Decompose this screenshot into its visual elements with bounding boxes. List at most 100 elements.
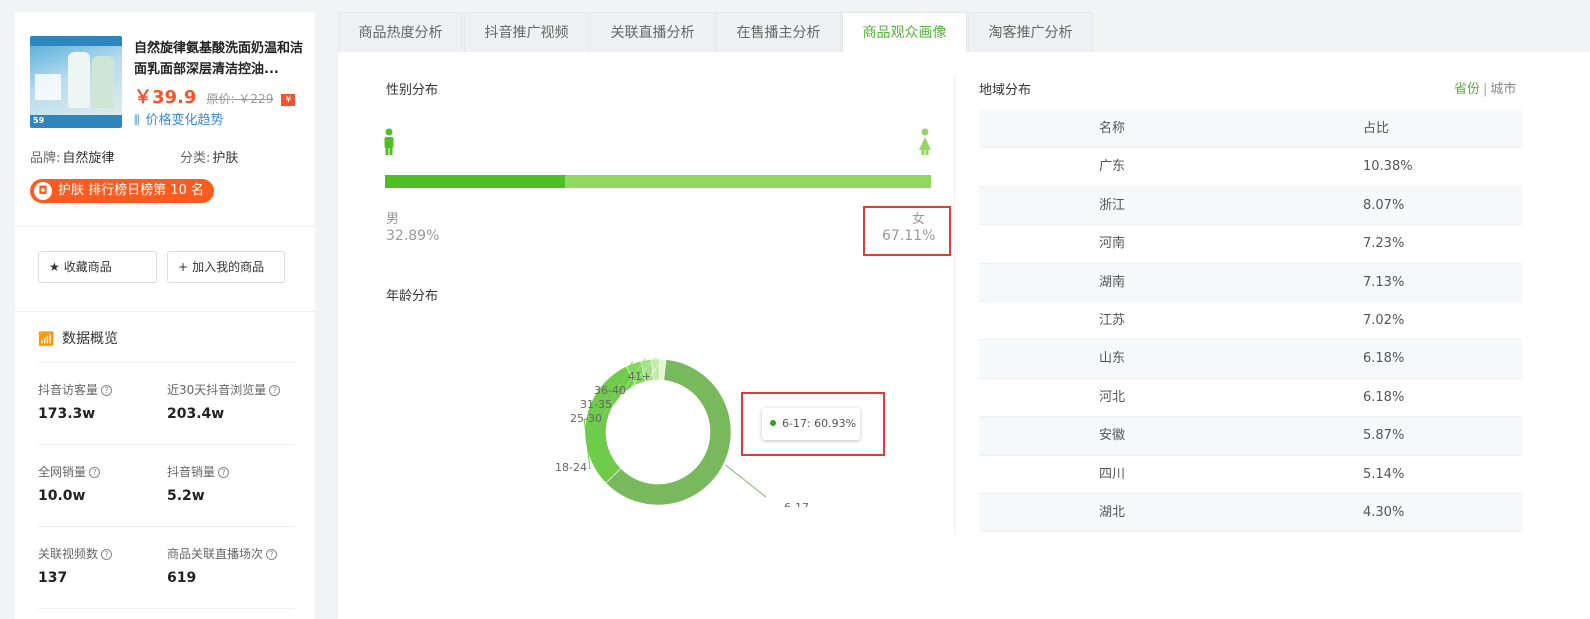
shopping-bag-icon: ◘ xyxy=(34,182,52,200)
region-name: 湖北 xyxy=(1099,504,1126,520)
favorite-label: 收藏商品 xyxy=(63,260,112,274)
product-title[interactable]: 自然旋律氨基酸洗面奶温和洁面乳面部深层清洁控油... xyxy=(134,38,304,80)
tab-heat-analysis[interactable]: 商品热度分析 xyxy=(338,12,463,52)
original-price: 原价: ￥229 xyxy=(206,92,274,106)
help-icon[interactable]: ? xyxy=(101,385,113,396)
category-label: 分类: xyxy=(180,151,211,166)
chart-trend-icon: ⫼ xyxy=(134,113,140,127)
stat-label: 关联视频数 xyxy=(38,547,99,561)
price-trend-link[interactable]: ⫼ 价格变化趋势 xyxy=(134,109,224,128)
favorite-button[interactable]: ★ 收藏商品 xyxy=(38,251,157,283)
highlight-box-female xyxy=(863,206,951,256)
rank-text: 护肤 排行榜日榜第 10 名 xyxy=(58,183,204,198)
coupon-icon: ¥ xyxy=(281,93,296,106)
region-name: 河南 xyxy=(1099,236,1126,252)
tab-audience-profile[interactable]: 商品观众画像 xyxy=(842,12,967,52)
region-pct: 7.02% xyxy=(1363,312,1405,328)
region-pct: 10.38% xyxy=(1363,159,1413,175)
region-pct: 7.13% xyxy=(1363,274,1405,290)
add-my-product-label: 加入我的商品 xyxy=(192,260,265,274)
region-name: 江苏 xyxy=(1099,312,1126,328)
help-icon[interactable]: ? xyxy=(89,467,101,478)
female-icon xyxy=(918,128,932,162)
help-icon[interactable]: ? xyxy=(269,385,281,396)
table-row: 湖北 4.30% xyxy=(979,493,1522,533)
star-icon: ★ xyxy=(49,260,60,274)
stat-label: 商品关联直播场次 xyxy=(167,547,264,561)
product-card: 59 自然旋律氨基酸洗面奶温和洁面乳面部深层清洁控油... ￥39.9 原价: … xyxy=(30,36,303,136)
region-name: 湖南 xyxy=(1099,274,1126,290)
table-row: 江苏 7.02% xyxy=(979,302,1522,341)
table-row: 广东 10.38% xyxy=(979,148,1522,187)
male-percent: 32.89% xyxy=(386,228,440,244)
stat-douyin-sales: 抖音销量? 5.2w xyxy=(167,463,297,504)
toggle-city[interactable]: 城市 xyxy=(1490,82,1516,97)
brand-value: 自然旋律 xyxy=(62,151,115,166)
region-pct: 7.23% xyxy=(1363,236,1405,252)
donut-label-31-35: 31-35 xyxy=(580,398,612,411)
region-pct: 4.30% xyxy=(1363,504,1405,520)
price-row: ￥39.9 原价: ￥229 ¥ xyxy=(134,83,296,108)
tab-live-analysis[interactable]: 关联直播分析 xyxy=(590,12,715,52)
donut-label-25-30: 25-30 xyxy=(570,412,602,425)
region-title: 地域分布 xyxy=(979,83,1032,98)
column-header-name: 名称 xyxy=(1099,121,1126,136)
toggle-separator: | xyxy=(1483,82,1488,97)
add-my-product-button[interactable]: + 加入我的商品 xyxy=(167,251,285,283)
region-name: 广东 xyxy=(1099,159,1126,175)
help-icon[interactable]: ? xyxy=(101,549,113,560)
help-icon[interactable]: ? xyxy=(218,467,230,478)
donut-label-18-24: 18-24 xyxy=(555,461,587,474)
divider xyxy=(38,526,295,527)
region-table: 名称 占比 广东 10.38% 浙江 8.07% 河南 7.23% 湖南 7.13% 江苏 7.0… xyxy=(979,110,1522,533)
stat-label: 近30天抖音浏览量 xyxy=(167,383,267,397)
stat-label: 抖音访客量 xyxy=(38,383,99,397)
stat-label: 全网销量 xyxy=(38,465,87,479)
audience-profile-panel: 性别分布 男 32.89% 女 67.11% 年龄分布 6-1718-2425-… xyxy=(338,52,1590,619)
stat-total-sales: 全网销量? 10.0w xyxy=(38,463,168,504)
column-header-pct: 占比 xyxy=(1363,121,1390,136)
tab-seller-analysis[interactable]: 在售播主分析 xyxy=(716,12,841,52)
male-label: 男 xyxy=(386,212,400,227)
stat-value: 203.4w xyxy=(167,406,225,422)
rank-badge[interactable]: ◘ 护肤 排行榜日榜第 10 名 xyxy=(30,179,214,203)
thumb-badge: 59 xyxy=(33,116,45,125)
tab-taoke-promo[interactable]: 淘客推广分析 xyxy=(968,12,1093,52)
region-pct: 6.18% xyxy=(1363,389,1405,405)
plus-icon: + xyxy=(178,260,189,274)
stat-label: 抖音销量 xyxy=(167,465,216,479)
stat-value: 5.2w xyxy=(167,488,205,504)
divider xyxy=(38,608,295,609)
region-name: 浙江 xyxy=(1099,197,1126,213)
donut-label-36-40: 36-40 xyxy=(594,384,626,397)
price-trend-label: 价格变化趋势 xyxy=(145,113,224,128)
table-row: 河南 7.23% xyxy=(979,225,1522,264)
donut-label-41+: 41+ xyxy=(628,370,651,383)
brand-label: 品牌: xyxy=(30,151,61,166)
region-name: 河北 xyxy=(1099,389,1126,405)
stat-value: 137 xyxy=(38,570,68,586)
region-pct: 8.07% xyxy=(1363,197,1405,213)
region-name: 四川 xyxy=(1099,466,1126,482)
product-panel: 59 自然旋律氨基酸洗面奶温和洁面乳面部深层清洁控油... ￥39.9 原价: … xyxy=(15,12,315,619)
divider xyxy=(38,444,295,445)
table-row: 山东 6.18% xyxy=(979,340,1522,379)
table-row: 浙江 8.07% xyxy=(979,186,1522,226)
gender-bar-male xyxy=(385,175,565,188)
bar-chart-icon: 📶 xyxy=(38,332,55,347)
stat-value: 619 xyxy=(167,570,197,586)
leader-line xyxy=(725,464,767,498)
stat-visitors: 抖音访客量? 173.3w xyxy=(38,381,168,422)
region-toggle: 省份 | 城市 xyxy=(1454,78,1516,97)
help-icon[interactable]: ? xyxy=(266,549,278,560)
column-divider xyxy=(954,76,955,533)
donut-label-6-17: 6-17 xyxy=(784,501,809,507)
region-name: 安徽 xyxy=(1099,428,1126,444)
product-thumbnail[interactable]: 59 xyxy=(30,36,122,128)
toggle-province[interactable]: 省份 xyxy=(1454,82,1480,97)
tab-promo-videos[interactable]: 抖音推广视频 xyxy=(464,12,589,52)
stat-value: 10.0w xyxy=(38,488,86,504)
stat-videos: 关联视频数? 137 xyxy=(38,545,168,586)
age-title: 年龄分布 xyxy=(386,289,439,304)
region-name: 山东 xyxy=(1099,351,1126,367)
